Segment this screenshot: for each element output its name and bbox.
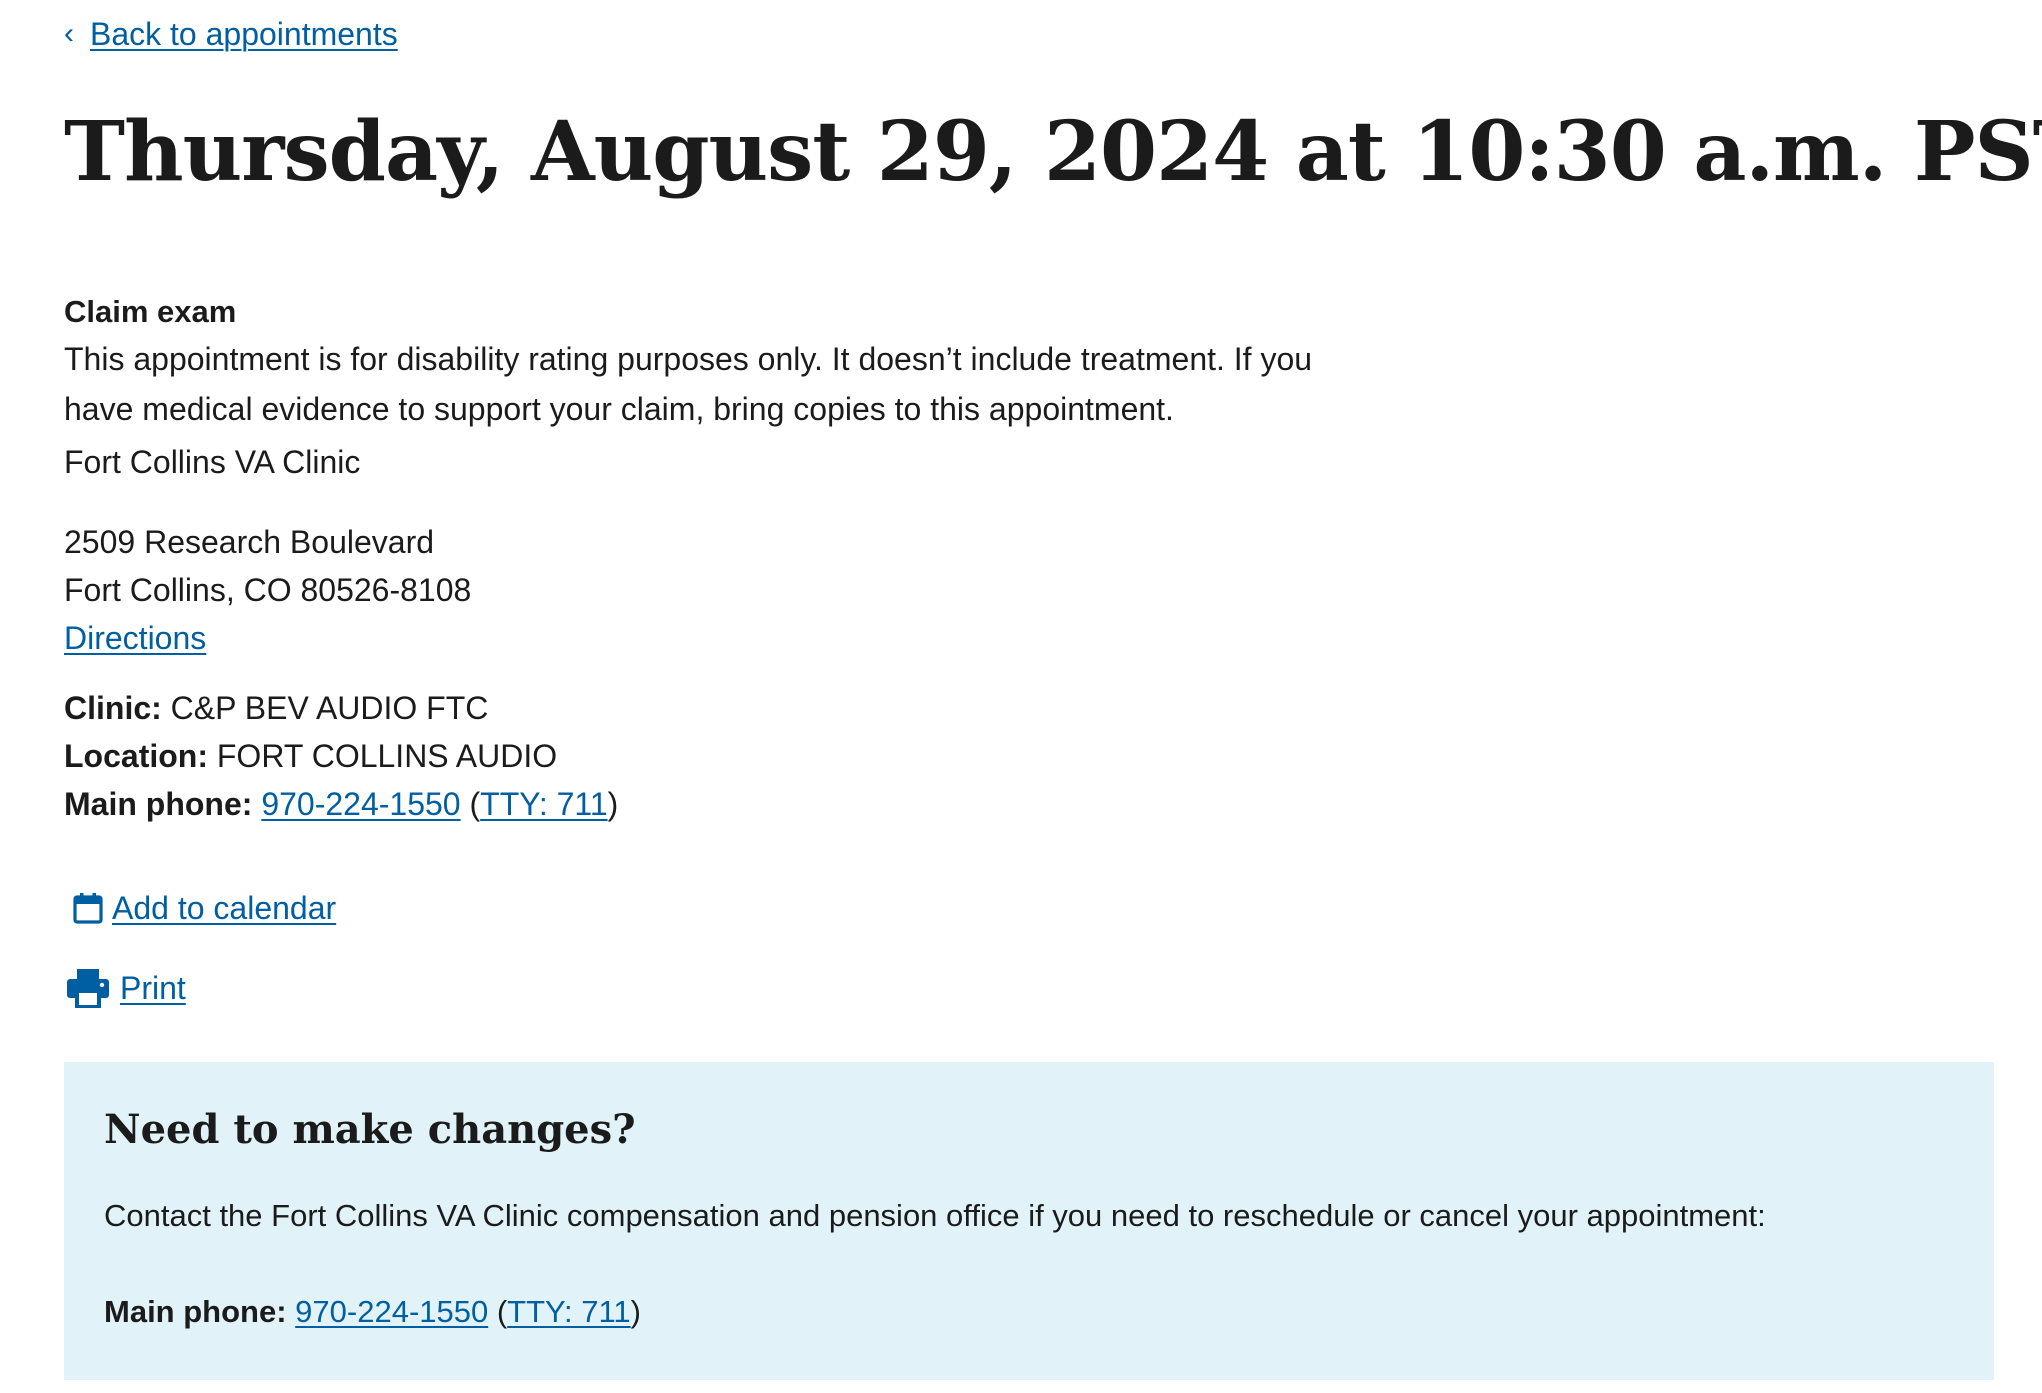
clinic-label: Clinic: <box>64 690 162 726</box>
chevron-left-icon: ‹ <box>64 17 74 50</box>
print-action[interactable]: Print <box>64 964 336 1012</box>
calendar-icon <box>64 884 112 932</box>
clinic-row: Clinic: C&P BEV AUDIO FTC <box>64 684 1364 732</box>
location-row: Location: FORT COLLINS AUDIO <box>64 732 1364 780</box>
changes-phone-link[interactable]: 970-224-1550 <box>295 1294 488 1329</box>
directions-link[interactable]: Directions <box>64 620 206 656</box>
main-phone-label: Main phone: <box>64 786 253 822</box>
facility-address: 2509 Research Boulevard Fort Collins, CO… <box>64 518 1364 662</box>
location-label: Location: <box>64 738 208 774</box>
changes-phone-label: Main phone: <box>104 1294 287 1329</box>
tty-link[interactable]: TTY: 711 <box>480 786 607 822</box>
changes-tty-link[interactable]: TTY: 711 <box>507 1294 631 1329</box>
page-title: Thursday, August 29, 2024 at 10:30 a.m. … <box>64 104 2042 200</box>
printer-icon <box>64 964 112 1012</box>
add-to-calendar-link[interactable]: Add to calendar <box>112 890 336 927</box>
back-to-appointments-link[interactable]: Back to appointments <box>90 12 398 56</box>
clinic-info: Clinic: C&P BEV AUDIO FTC Location: FORT… <box>64 684 1364 828</box>
appointment-actions: Add to calendar Print <box>64 884 336 1012</box>
changes-phone-row: Main phone: 970-224-1550 (TTY: 711) <box>104 1294 641 1329</box>
appointment-type-heading: Claim exam <box>64 294 237 329</box>
need-changes-alert: Need to make changes? Contact the Fort C… <box>64 1062 1994 1380</box>
main-phone-link[interactable]: 970-224-1550 <box>261 786 460 822</box>
facility-name: Fort Collins VA Clinic <box>64 444 361 480</box>
need-changes-heading: Need to make changes? <box>104 1106 636 1153</box>
address-line-1: 2509 Research Boulevard <box>64 524 435 560</box>
add-to-calendar-action[interactable]: Add to calendar <box>64 884 336 932</box>
clinic-value: C&P BEV AUDIO FTC <box>170 690 489 726</box>
address-line-2: Fort Collins, CO 80526-8108 <box>64 572 472 608</box>
main-phone-row: Main phone: 970-224-1550 (TTY: 711) <box>64 786 619 822</box>
print-link[interactable]: Print <box>120 970 186 1007</box>
appointment-description: This appointment is for disability ratin… <box>64 341 1313 427</box>
need-changes-body: Contact the Fort Collins VA Clinic compe… <box>104 1198 1766 1233</box>
back-nav: ‹ Back to appointments <box>64 12 398 56</box>
location-value: FORT COLLINS AUDIO <box>216 738 558 774</box>
appointment-details: Claim exam This appointment is for disab… <box>64 290 1364 828</box>
